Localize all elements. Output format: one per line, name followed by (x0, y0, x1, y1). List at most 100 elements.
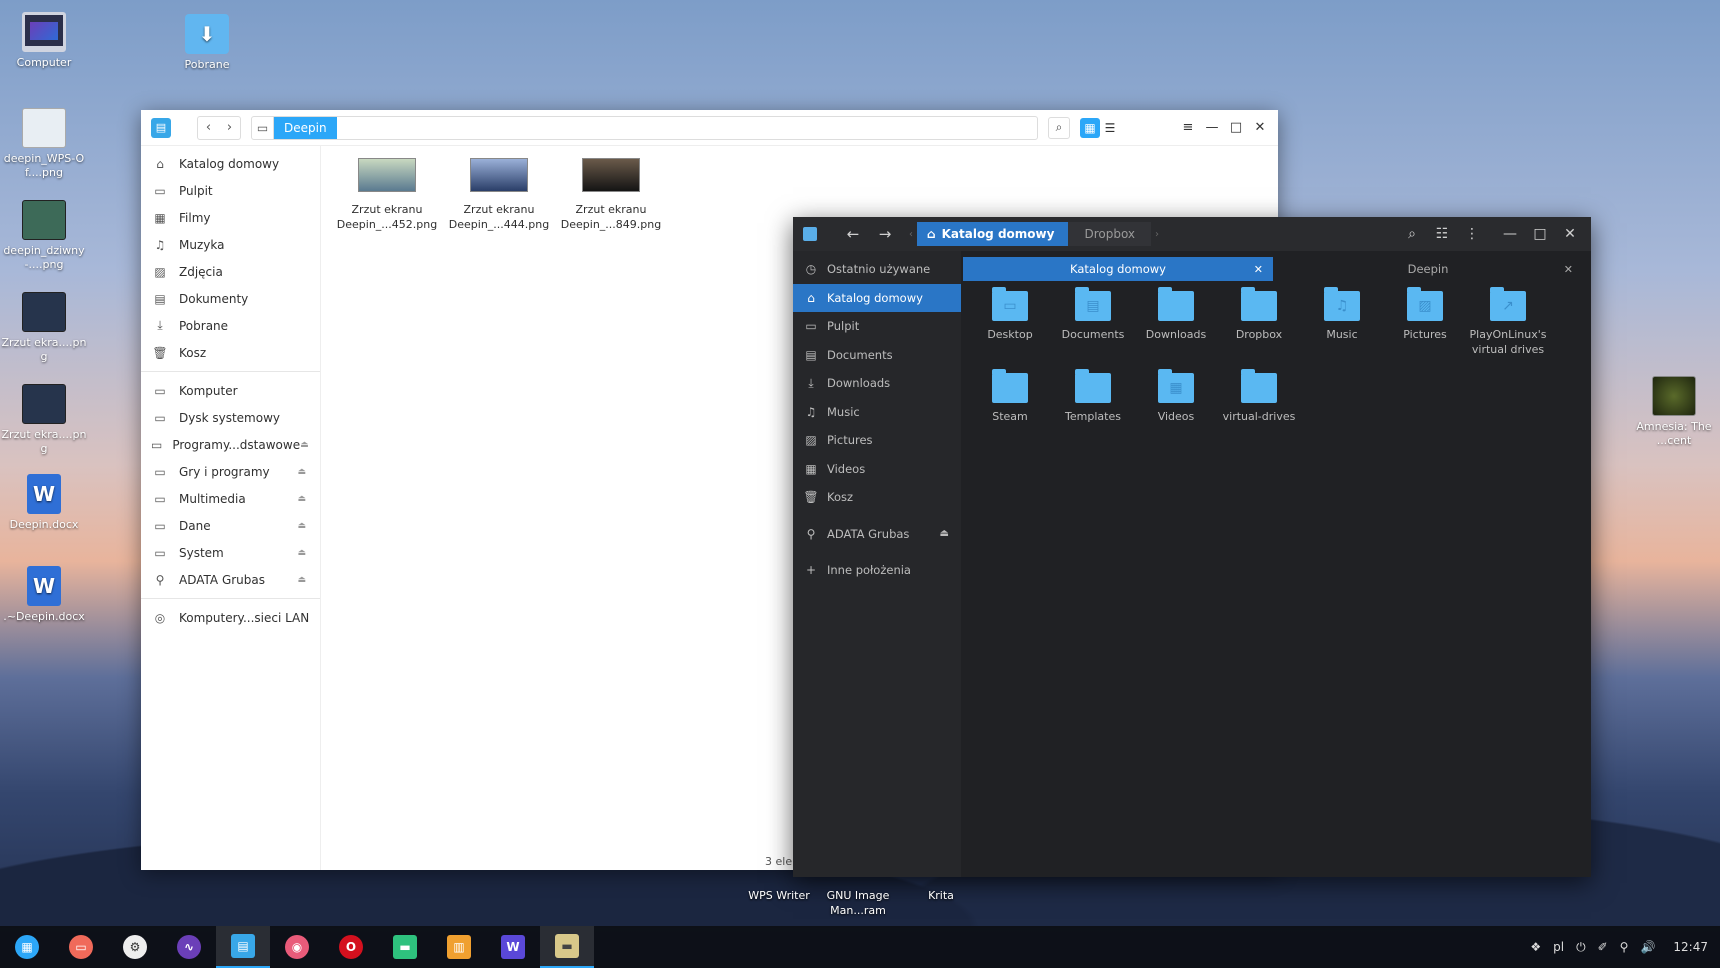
usb-icon[interactable]: ⚲ (1620, 940, 1629, 954)
back-icon[interactable]: ‹ (198, 117, 219, 139)
sidebar-item-kosz[interactable]: 🗑 Kosz (141, 339, 320, 366)
path-dropbox[interactable]: Dropbox (1068, 222, 1152, 246)
sidebar-item-filmy[interactable]: ▦ Filmy (141, 204, 320, 231)
sidebar-item-gry[interactable]: ▭ Gry i programy ⏏ (141, 458, 320, 485)
folder-item[interactable]: Templates (1052, 369, 1134, 424)
path-right-arrow-icon[interactable]: › (1151, 229, 1163, 240)
sidebar-item-adata[interactable]: ⚲ ADATA Grubas ⏏ (793, 520, 961, 549)
sidebar-item-kosz[interactable]: 🗑 Kosz (793, 483, 961, 512)
kebab-menu-icon[interactable]: ⋮ (1457, 222, 1487, 246)
sidebar-item-network[interactable]: ◎ Komputery...sieci LAN (141, 604, 320, 631)
sidebar-item-dysk-systemowy[interactable]: ▭ Dysk systemowy (141, 404, 320, 431)
path-current[interactable]: ⌂ Katalog domowy (917, 222, 1069, 246)
close-icon[interactable]: ✕ (1555, 222, 1585, 246)
sidebar-item-adata[interactable]: ⚲ ADATA Grubas ⏏ (141, 566, 320, 593)
taskbar-app-terminal[interactable]: ▬ (378, 926, 432, 968)
path-left-arrow-icon[interactable]: ‹ (905, 229, 917, 240)
desktop-icon-deepin-docx[interactable]: W Deepin.docx (0, 474, 88, 532)
folder-item[interactable]: virtual-drives (1218, 369, 1300, 424)
taskbar-app-ubuntu[interactable]: ◉ (270, 926, 324, 968)
sidebar-item-zdjecia[interactable]: ▨ Zdjęcia (141, 258, 320, 285)
folder-item[interactable]: ▦ Videos (1135, 369, 1217, 424)
drive-icon[interactable]: ▭ (252, 116, 274, 139)
sidebar-item-dokumenty[interactable]: ▤ Dokumenty (141, 285, 320, 312)
taskbar-app-archive[interactable]: ▥ (432, 926, 486, 968)
file-item[interactable]: Zrzut ekranu Deepin_...452.png (333, 146, 441, 232)
taskbar-app-multitask[interactable]: ▭ (54, 926, 108, 968)
folder-item[interactable]: ▭ Desktop (969, 287, 1051, 342)
folder-item[interactable]: ▨ Pictures (1384, 287, 1466, 342)
clock[interactable]: 12:47 (1673, 940, 1708, 954)
sidebar-item-multimedia[interactable]: ▭ Multimedia ⏏ (141, 485, 320, 512)
close-icon[interactable]: ✕ (1248, 116, 1272, 140)
dropbox-icon[interactable]: ❖ (1530, 940, 1541, 954)
taskbar-app-settings[interactable]: ⚙ (108, 926, 162, 968)
sidebar-item-programy[interactable]: ▭ Programy...dstawowe ⏏ (141, 431, 320, 458)
taskbar-app-monitor[interactable]: ∿ (162, 926, 216, 968)
back-icon[interactable]: ← (841, 222, 865, 246)
menu-icon[interactable]: ≡ (1176, 116, 1200, 140)
sidebar-item-pulpit[interactable]: ▭ Pulpit (141, 177, 320, 204)
desktop-icon-deepin-dziwny[interactable]: deepin_dziwny-....png (0, 200, 88, 272)
folder-item[interactable]: Downloads (1135, 287, 1217, 342)
sidebar-item-komputer[interactable]: ▭ Komputer (141, 377, 320, 404)
desktop-icon-deepin-docx-temp[interactable]: W .~Deepin.docx (0, 566, 88, 624)
eject-icon[interactable]: ⏏ (297, 575, 306, 585)
desktop-icon-amnesia[interactable]: Amnesia: The ...cent (1630, 376, 1718, 448)
tab-deepin[interactable]: Deepin ✕ (1273, 257, 1583, 281)
sidebar-item-pobrane[interactable]: ⤓ Pobrane (141, 312, 320, 339)
desktop-icon-pobrane[interactable]: ⬇ Pobrane (163, 14, 251, 72)
eject-icon[interactable]: ⏏ (297, 548, 306, 558)
sidebar-item-muzyka[interactable]: ♫ Muzyka (141, 231, 320, 258)
file-item[interactable]: Zrzut ekranu Deepin_...849.png (557, 146, 665, 232)
volume-icon[interactable]: 🔊 (1640, 940, 1655, 954)
sidebar-item-pictures[interactable]: ▨ Pictures (793, 426, 961, 455)
minimize-icon[interactable]: — (1200, 116, 1224, 140)
eject-icon[interactable]: ⏏ (297, 494, 306, 504)
sidebar-item-dane[interactable]: ▭ Dane ⏏ (141, 512, 320, 539)
eject-icon[interactable]: ⏏ (300, 440, 309, 450)
minimize-icon[interactable]: — (1495, 222, 1525, 246)
desktop-icon-computer[interactable]: Computer (0, 12, 88, 70)
search-icon[interactable]: ⌕ (1397, 222, 1427, 246)
eject-icon[interactable]: ⏏ (297, 521, 306, 531)
maximize-icon[interactable]: □ (1525, 222, 1555, 246)
sidebar-item-katalog-domowy[interactable]: ⌂ Katalog domowy (141, 150, 320, 177)
folder-item[interactable]: ♫ Music (1301, 287, 1383, 342)
breadcrumb-current[interactable]: Deepin (274, 116, 337, 139)
taskbar-app-wps-writer[interactable]: W (486, 926, 540, 968)
eject-icon[interactable]: ⏏ (297, 467, 306, 477)
tools-icon[interactable]: ✐ (1598, 940, 1608, 954)
folder-item[interactable]: Dropbox (1218, 287, 1300, 342)
address-bar[interactable]: ▭ Deepin (251, 115, 1038, 140)
sidebar-item-pulpit[interactable]: ▭ Pulpit (793, 312, 961, 341)
eject-icon[interactable]: ⏏ (940, 528, 949, 539)
tab-close-icon[interactable]: ✕ (1254, 263, 1263, 276)
keyboard-layout[interactable]: pl (1553, 940, 1564, 954)
search-icon[interactable]: ⌕ (1048, 116, 1070, 139)
power-icon[interactable]: ⏻ (1576, 940, 1586, 955)
folder-item[interactable]: ↗ PlayOnLinux's virtual drives (1467, 287, 1549, 357)
taskbar-app-opera[interactable]: O (324, 926, 378, 968)
icon-view-icon[interactable]: ▦ (1080, 117, 1100, 138)
sidebar-item-recent[interactable]: ◷ Ostatnio używane (793, 255, 961, 284)
folder-item[interactable]: Steam (969, 369, 1051, 424)
sidebar-item-other-locations[interactable]: + Inne położenia (793, 556, 961, 585)
launcher-button[interactable]: ▦ (0, 926, 54, 968)
sidebar-item-downloads[interactable]: ⤓ Downloads (793, 369, 961, 398)
tab-close-icon[interactable]: ✕ (1564, 263, 1573, 276)
tab-katalog-domowy[interactable]: Katalog domowy ✕ (963, 257, 1273, 281)
desktop-icon-zrzut-2[interactable]: Zrzut ekra....png (0, 384, 88, 456)
sidebar-item-system[interactable]: ▭ System ⏏ (141, 539, 320, 566)
taskbar-app-file-manager[interactable]: ▤ (216, 926, 270, 968)
sidebar-item-music[interactable]: ♫ Music (793, 398, 961, 427)
list-view-icon[interactable]: ☰ (1100, 118, 1120, 138)
folder-item[interactable]: ▤ Documents (1052, 287, 1134, 342)
sidebar-item-documents[interactable]: ▤ Documents (793, 341, 961, 370)
sidebar-item-videos[interactable]: ▦ Videos (793, 455, 961, 484)
file-item[interactable]: Zrzut ekranu Deepin_...444.png (445, 146, 553, 232)
desktop-icon-zrzut-1[interactable]: Zrzut ekra....png (0, 292, 88, 364)
desktop-icon-deepin-wps[interactable]: deepin_WPS-Of....png (0, 108, 88, 180)
forward-icon[interactable]: › (219, 117, 240, 139)
maximize-icon[interactable]: □ (1224, 116, 1248, 140)
